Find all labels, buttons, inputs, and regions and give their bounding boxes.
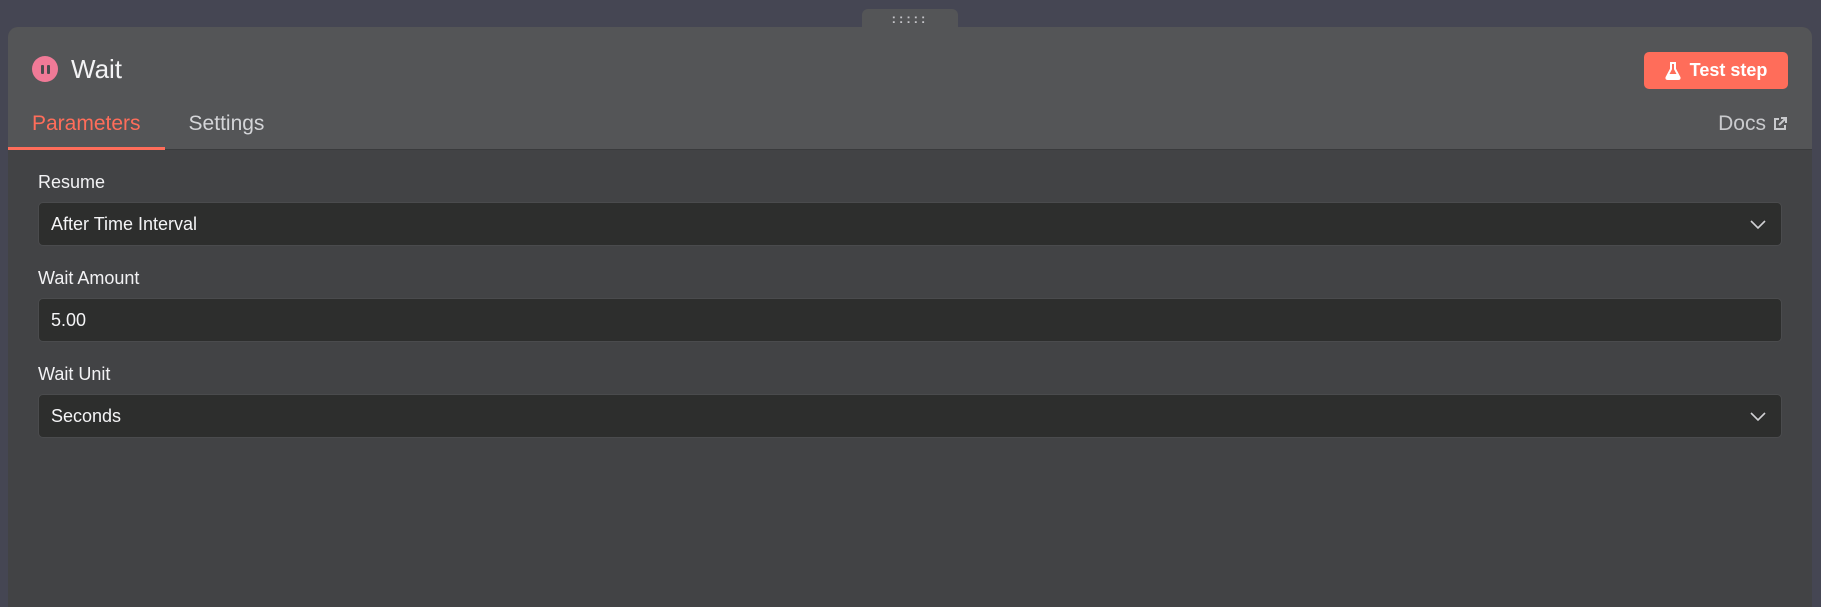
chevron-down-icon — [1750, 220, 1766, 230]
wait-unit-select[interactable]: Seconds — [38, 394, 1782, 438]
node-details-panel: Wait Test step Parameters Settings Docs — [8, 27, 1812, 607]
field-resume: Resume After Time Interval — [38, 172, 1782, 246]
parameters-form: Resume After Time Interval Wait Amount 5… — [8, 150, 1812, 438]
resume-label: Resume — [38, 172, 106, 192]
tab-parameters[interactable]: Parameters — [8, 107, 165, 150]
wait-amount-input[interactable]: 5.00 — [38, 298, 1782, 342]
field-wait-unit: Wait Unit Seconds — [38, 364, 1782, 438]
resume-select[interactable]: After Time Interval — [38, 202, 1782, 246]
wait-amount-value: 5.00 — [51, 309, 87, 330]
resume-value: After Time Interval — [51, 213, 198, 234]
test-step-button[interactable]: Test step — [1644, 52, 1788, 89]
external-link-icon — [1774, 117, 1787, 130]
wait-unit-label: Wait Unit — [38, 364, 111, 384]
chevron-down-icon — [1750, 412, 1766, 422]
drag-grip-icon: ::::: — [891, 11, 929, 26]
tab-settings[interactable]: Settings — [165, 107, 289, 150]
docs-label: Docs — [1718, 112, 1766, 135]
panel-header: Wait Test step Parameters Settings Docs — [8, 27, 1812, 150]
test-step-label: Test step — [1689, 60, 1768, 80]
wait-unit-value: Seconds — [51, 405, 122, 426]
wait-amount-label: Wait Amount — [38, 268, 140, 288]
node-title: Wait — [71, 54, 123, 84]
field-wait-amount: Wait Amount 5.00 — [38, 268, 1782, 342]
docs-link[interactable]: Docs — [1718, 112, 1788, 136]
flask-icon — [1665, 61, 1681, 80]
pause-icon — [32, 56, 58, 82]
panel-tabs: Parameters Settings — [8, 107, 288, 150]
